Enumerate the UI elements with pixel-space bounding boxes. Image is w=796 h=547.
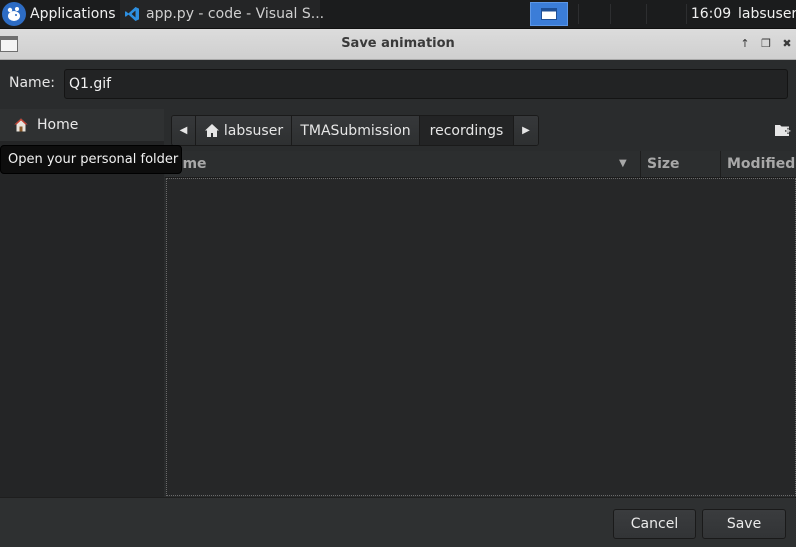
window-icon: [541, 8, 557, 20]
path-back-button[interactable]: ◀: [172, 116, 196, 145]
chevron-left-icon: ◀: [179, 125, 188, 136]
vscode-icon: [124, 6, 140, 22]
workspace-switcher-button[interactable]: [530, 2, 568, 26]
column-header-name[interactable]: ame: [165, 151, 641, 177]
column-header-size[interactable]: Size: [641, 151, 721, 177]
taskbar-item-label: app.py - code - Visual S...: [146, 6, 325, 22]
path-bar: ◀ labsuser TMASubmission recordings ▶: [171, 115, 539, 146]
close-button[interactable]: ✖: [779, 37, 795, 51]
maximize-button[interactable]: ❒: [758, 37, 774, 51]
sidebar-item-home[interactable]: Home: [0, 109, 164, 141]
file-list-header: ame ▼ Size Modified: [165, 151, 796, 178]
path-segment-label: TMASubmission: [300, 122, 411, 139]
new-folder-icon: [774, 122, 792, 138]
chevron-right-icon: ▶: [522, 125, 530, 136]
sort-descending-icon[interactable]: ▼: [619, 151, 627, 177]
dialog-title: Save animation: [341, 36, 455, 51]
file-list[interactable]: [166, 178, 796, 496]
panel-clock[interactable]: 16:09: [690, 0, 732, 28]
taskbar-item-vscode[interactable]: app.py - code - Visual S...: [120, 0, 324, 28]
save-button[interactable]: Save: [702, 509, 786, 539]
path-segment-label: recordings: [429, 122, 504, 139]
shade-button[interactable]: ↑: [737, 37, 753, 51]
home-icon: [13, 117, 29, 133]
panel-separator: [686, 4, 687, 24]
path-segment-labsuser[interactable]: labsuser: [196, 116, 292, 145]
sidebar-item-label: Home: [37, 117, 79, 133]
column-header-modified[interactable]: Modified: [721, 151, 796, 177]
name-label: Name:: [9, 75, 56, 91]
path-forward-button[interactable]: ▶: [514, 116, 538, 145]
applications-label: Applications: [30, 6, 116, 22]
top-panel: Applications app.py - code - Visual S...…: [0, 0, 796, 29]
path-segment-recordings[interactable]: recordings: [420, 116, 514, 145]
dialog-titlebar[interactable]: Save animation ↑ ❒ ✖: [0, 29, 796, 60]
xfce-logo-icon: [2, 2, 26, 26]
create-folder-button[interactable]: [770, 115, 796, 144]
applications-menu-button[interactable]: Applications: [0, 0, 116, 28]
filename-input[interactable]: [64, 69, 788, 99]
path-segment-tmasubmission[interactable]: TMASubmission: [292, 116, 420, 145]
user-menu-button[interactable]: labsuser: [738, 0, 796, 28]
panel-separator: [578, 4, 579, 24]
cancel-button[interactable]: Cancel: [613, 509, 696, 539]
panel-separator: [610, 4, 611, 24]
home-icon: [204, 123, 220, 138]
path-segment-label: labsuser: [223, 122, 284, 139]
panel-separator: [646, 4, 647, 24]
tooltip: Open your personal folder: [0, 145, 182, 174]
